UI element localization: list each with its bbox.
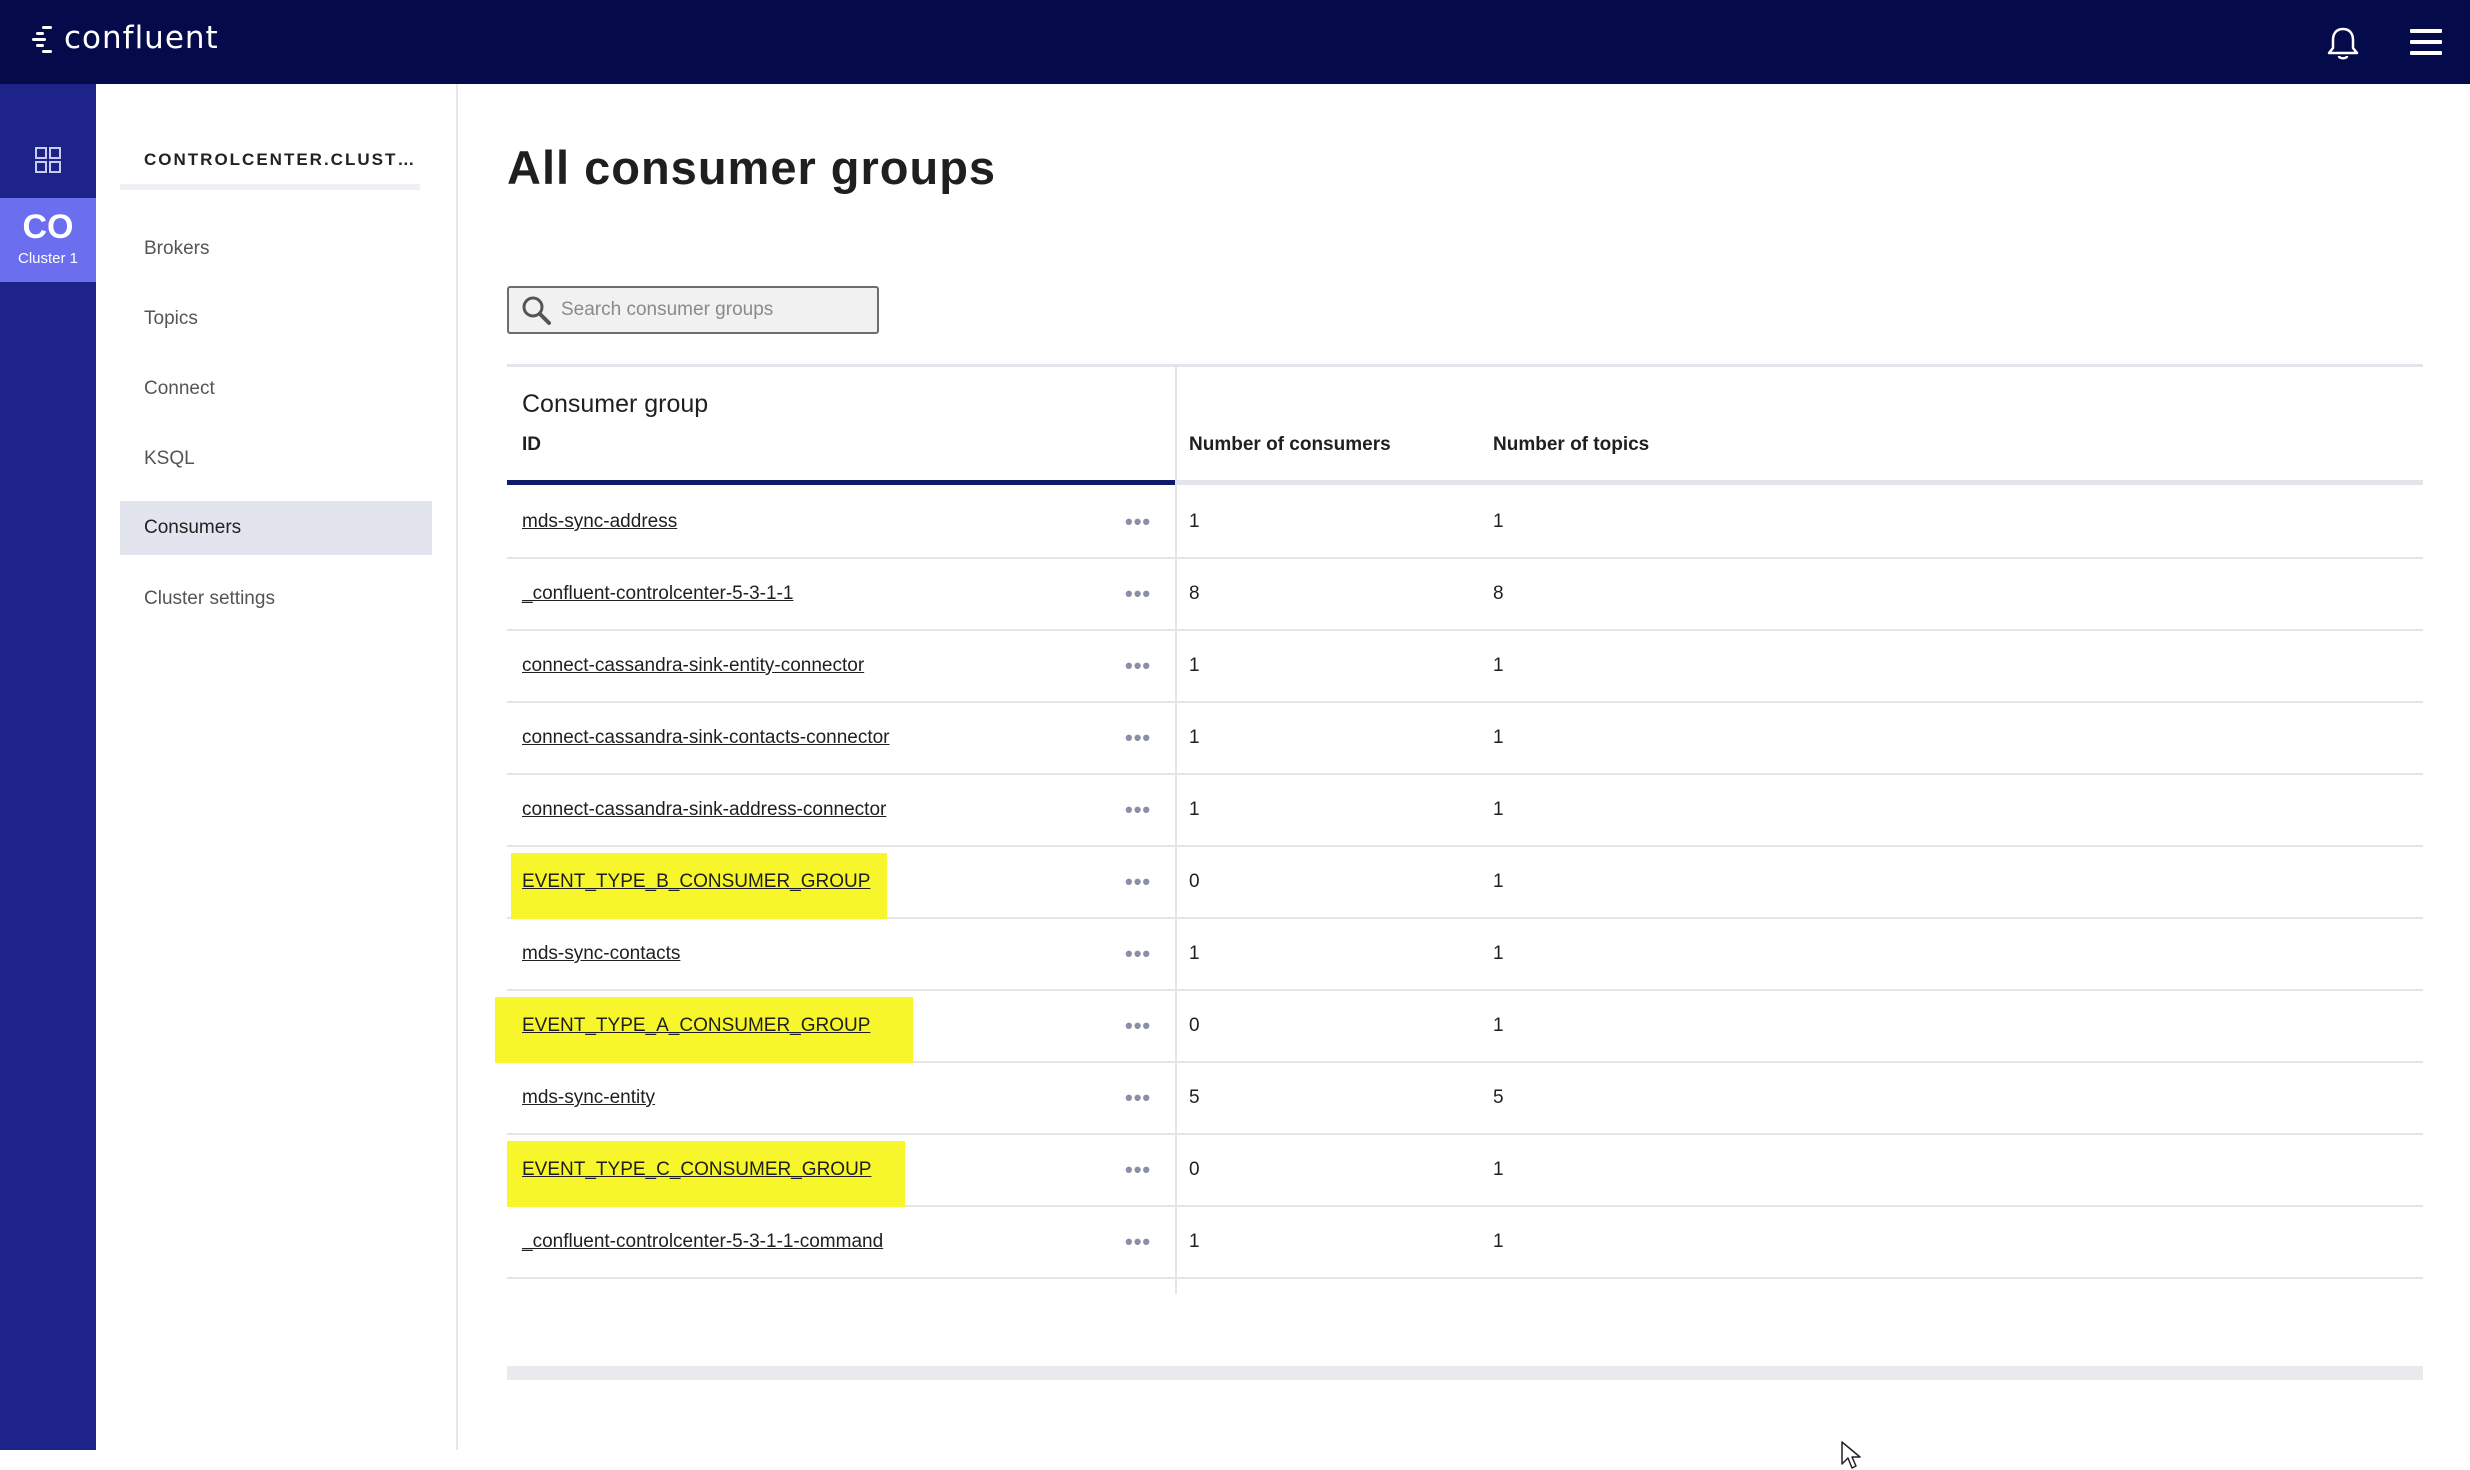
- table-header: Consumer group ID Number of consumers Nu…: [507, 364, 2423, 485]
- number-of-topics: 8: [1493, 583, 1504, 604]
- cluster-tile[interactable]: CO Cluster 1: [0, 198, 96, 282]
- consumer-group-link[interactable]: EVENT_TYPE_B_CONSUMER_GROUP: [522, 871, 870, 893]
- number-of-consumers: 1: [1189, 799, 1200, 820]
- table-row[interactable]: EVENT_TYPE_C_CONSUMER_GROUP ••• 0 1: [507, 1135, 2423, 1207]
- main-content: All consumer groups Consumer group ID Nu…: [460, 84, 2470, 1469]
- consumer-group-link[interactable]: connect-cassandra-sink-contacts-connecto…: [522, 727, 890, 749]
- row-menu-icon[interactable]: •••: [1125, 1085, 1151, 1111]
- search-icon: [522, 296, 551, 325]
- table-row[interactable]: connect-cassandra-sink-contacts-connecto…: [507, 703, 2423, 775]
- nav-item-ksql[interactable]: KSQL: [120, 432, 432, 486]
- table-row[interactable]: EVENT_TYPE_B_CONSUMER_GROUP ••• 0 1: [507, 847, 2423, 919]
- row-menu-icon[interactable]: •••: [1125, 941, 1151, 967]
- header-sort-indicator: [507, 480, 1175, 485]
- row-menu-icon[interactable]: •••: [1125, 725, 1151, 751]
- number-of-consumers: 0: [1189, 1015, 1200, 1036]
- consumer-group-link[interactable]: EVENT_TYPE_C_CONSUMER_GROUP: [522, 1159, 871, 1181]
- row-menu-icon[interactable]: •••: [1125, 869, 1151, 895]
- logo-text: confluent: [64, 20, 219, 56]
- number-of-topics: 1: [1493, 871, 1504, 892]
- nav-item-topics[interactable]: Topics: [120, 292, 432, 346]
- row-menu-icon[interactable]: •••: [1125, 1229, 1151, 1255]
- confluent-logo[interactable]: confluent: [32, 20, 219, 56]
- consumer-group-link[interactable]: connect-cassandra-sink-entity-connector: [522, 655, 864, 677]
- table-row[interactable]: mds-sync-contacts ••• 1 1: [507, 919, 2423, 991]
- table-row[interactable]: connect-cassandra-sink-entity-connector •…: [507, 631, 2423, 703]
- header-number-of-consumers[interactable]: Number of consumers: [1189, 434, 1391, 456]
- row-menu-icon[interactable]: •••: [1125, 509, 1151, 535]
- number-of-topics: 1: [1493, 727, 1504, 748]
- consumer-group-link[interactable]: EVENT_TYPE_A_CONSUMER_GROUP: [522, 1015, 870, 1037]
- consumer-group-link[interactable]: _confluent-controlcenter-5-3-1-1: [522, 583, 793, 605]
- cluster-nav-title: CONTROLCENTER.CLUST…: [144, 150, 417, 169]
- number-of-topics: 1: [1493, 799, 1504, 820]
- row-menu-icon[interactable]: •••: [1125, 797, 1151, 823]
- table-row[interactable]: _confluent-controlcenter-5-3-1-1 ••• 8 8: [507, 559, 2423, 631]
- row-menu-icon[interactable]: •••: [1125, 1013, 1151, 1039]
- number-of-topics: 1: [1493, 655, 1504, 676]
- number-of-topics: 1: [1493, 1231, 1504, 1252]
- cluster-nav-divider: [120, 184, 420, 190]
- table-row[interactable]: EVENT_TYPE_A_CONSUMER_GROUP ••• 0 1: [495, 991, 2423, 1063]
- bell-icon[interactable]: [2326, 25, 2360, 61]
- mouse-cursor-icon: [1841, 1441, 1861, 1469]
- header-consumer-group: Consumer group: [522, 390, 709, 418]
- nav-item-brokers[interactable]: Brokers: [120, 222, 432, 276]
- consumer-group-link[interactable]: _confluent-controlcenter-5-3-1-1-command: [522, 1231, 883, 1253]
- nav-item-connect[interactable]: Connect: [120, 362, 432, 416]
- number-of-consumers: 1: [1189, 511, 1200, 532]
- number-of-consumers: 1: [1189, 1231, 1200, 1252]
- cluster-name: Cluster 1: [17, 250, 79, 267]
- cluster-abbr: CO: [22, 208, 74, 246]
- header-id[interactable]: ID: [522, 434, 541, 456]
- number-of-consumers: 5: [1189, 1087, 1200, 1108]
- number-of-consumers: 1: [1189, 727, 1200, 748]
- search-box[interactable]: [507, 286, 879, 334]
- number-of-topics: 1: [1493, 943, 1504, 964]
- number-of-topics: 1: [1493, 1015, 1504, 1036]
- top-bar: confluent: [0, 0, 2470, 84]
- consumer-group-link[interactable]: mds-sync-address: [522, 511, 677, 533]
- consumer-group-link[interactable]: mds-sync-entity: [522, 1087, 655, 1109]
- header-underline: [1177, 480, 2423, 485]
- number-of-consumers: 8: [1189, 583, 1200, 604]
- cluster-nav: CONTROLCENTER.CLUST… Brokers Topics Conn…: [96, 84, 458, 1450]
- header-number-of-topics[interactable]: Number of topics: [1493, 434, 1649, 456]
- number-of-consumers: 1: [1189, 943, 1200, 964]
- number-of-topics: 1: [1493, 1159, 1504, 1180]
- confluent-logo-icon: [32, 20, 62, 56]
- row-menu-icon[interactable]: •••: [1125, 581, 1151, 607]
- nav-item-cluster-settings[interactable]: Cluster settings: [120, 572, 432, 626]
- nav-item-consumers[interactable]: Consumers: [120, 501, 432, 555]
- table-row[interactable]: connect-cassandra-sink-address-connector…: [507, 775, 2423, 847]
- consumer-group-link[interactable]: connect-cassandra-sink-address-connector: [522, 799, 886, 821]
- hamburger-menu-icon[interactable]: [2410, 29, 2442, 55]
- number-of-consumers: 1: [1189, 655, 1200, 676]
- row-menu-icon[interactable]: •••: [1125, 653, 1151, 679]
- search-input[interactable]: [561, 299, 861, 321]
- number-of-topics: 1: [1493, 511, 1504, 532]
- number-of-consumers: 0: [1189, 1159, 1200, 1180]
- table-row[interactable]: mds-sync-address ••• 1 1: [507, 487, 2423, 559]
- row-menu-icon[interactable]: •••: [1125, 1157, 1151, 1183]
- grid-icon[interactable]: [34, 146, 62, 174]
- left-rail: CO Cluster 1: [0, 84, 96, 1450]
- table-row[interactable]: _confluent-controlcenter-5-3-1-1-command…: [507, 1207, 2423, 1279]
- table-row[interactable]: mds-sync-entity ••• 5 5: [507, 1063, 2423, 1135]
- table-footer-bar: [507, 1366, 2423, 1380]
- consumer-group-link[interactable]: mds-sync-contacts: [522, 943, 680, 965]
- number-of-topics: 5: [1493, 1087, 1504, 1108]
- page-title: All consumer groups: [507, 141, 997, 194]
- number-of-consumers: 0: [1189, 871, 1200, 892]
